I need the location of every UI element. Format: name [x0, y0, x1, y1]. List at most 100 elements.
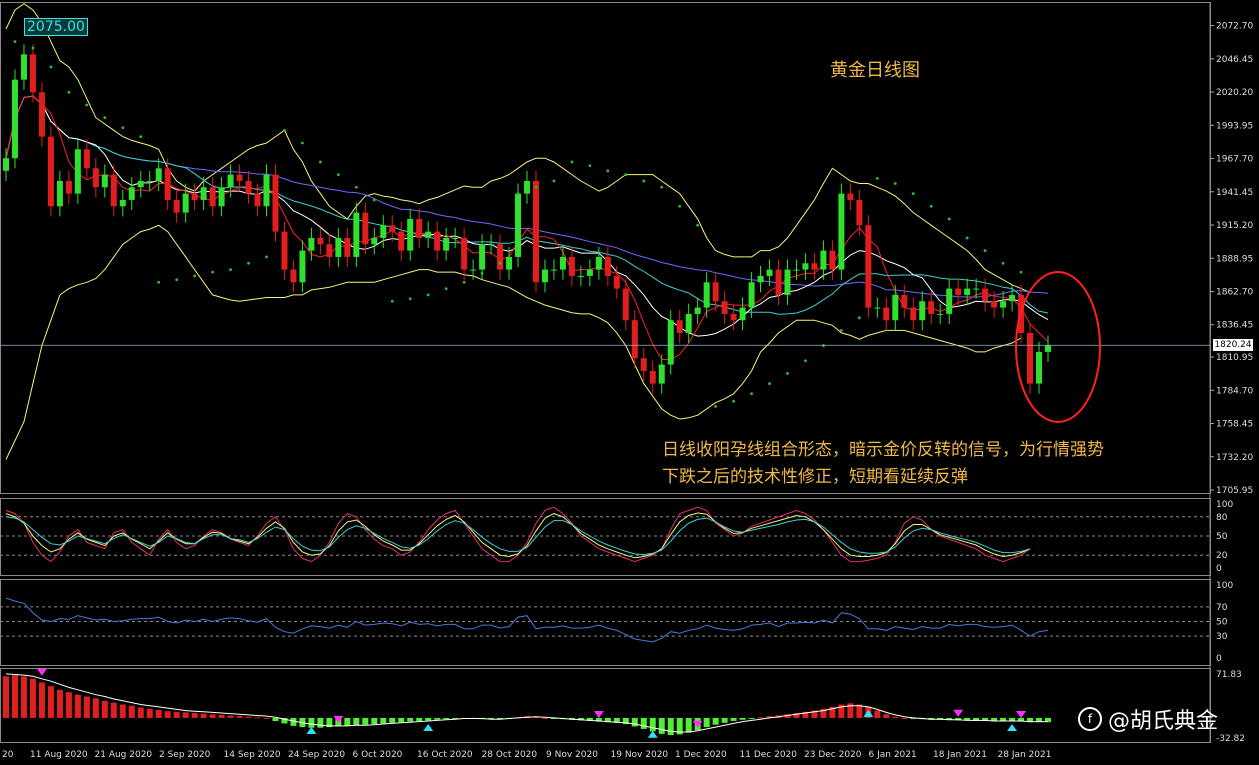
candle-body: [982, 288, 989, 302]
macd-histogram-bar: [389, 717, 396, 723]
candle-body: [595, 256, 602, 270]
x-tick-label: 21 Aug 2020: [95, 750, 153, 760]
candle-body: [712, 282, 719, 302]
price-tick-label: 1784.70: [1216, 386, 1253, 396]
macd-histogram-bar: [128, 705, 135, 718]
macd-histogram-bar: [83, 696, 90, 718]
x-tick-label: 28 Jan 2021: [998, 750, 1052, 760]
candle-body: [649, 370, 656, 384]
sar-dot: [408, 297, 412, 301]
candle-body: [1009, 294, 1016, 302]
sar-dot: [426, 293, 430, 297]
sar-dot: [318, 160, 322, 164]
macd-histogram-bar: [739, 717, 746, 720]
macd-histogram-bar: [748, 717, 755, 719]
sar-dot: [588, 164, 592, 168]
candle-body: [20, 54, 27, 80]
candle-body: [730, 313, 737, 321]
candle-body: [937, 313, 944, 315]
candle-body: [757, 275, 764, 283]
sar-dot: [804, 359, 807, 363]
candle-body: [281, 231, 288, 270]
x-tick-label: 11 Aug 2020: [30, 750, 88, 760]
macd-histogram-bar: [380, 717, 387, 724]
candle-body: [173, 199, 180, 213]
candle-body: [568, 256, 575, 276]
price-tick-label: 1758.45: [1216, 420, 1253, 430]
candle-body: [155, 168, 162, 181]
candle-body: [362, 212, 369, 245]
sar-dot: [660, 185, 664, 189]
macd-histogram-bar: [398, 717, 405, 723]
candle-body: [92, 168, 99, 188]
price-tick-label: 1941.45: [1216, 188, 1253, 198]
candle-body: [874, 307, 881, 309]
candle-body: [182, 193, 189, 213]
candle-body: [47, 136, 54, 207]
macd-histogram-bar: [254, 717, 261, 719]
candle-body: [910, 307, 917, 321]
candle-body: [802, 263, 809, 270]
candle-body: [83, 149, 90, 169]
macd-histogram-bar: [218, 714, 225, 718]
sar-dot: [265, 255, 268, 259]
candle-body: [479, 244, 486, 270]
macd-histogram-bar: [3, 676, 9, 718]
candle-body: [326, 244, 333, 257]
sar-dot: [372, 198, 376, 202]
candle-body: [604, 256, 611, 276]
sar-dot: [786, 372, 789, 375]
macd-arrow-marker: [593, 710, 604, 718]
macd-histogram-bar: [667, 717, 674, 736]
candle-body: [191, 193, 198, 200]
candle-body: [461, 237, 468, 270]
candle-body: [164, 168, 171, 200]
candle-body: [245, 180, 252, 194]
macd-histogram-bar: [65, 692, 72, 718]
macd-histogram-bar: [209, 714, 216, 718]
sar-dot: [875, 177, 879, 180]
sar-dot: [354, 185, 358, 189]
rsi-tick-label: 70: [1216, 603, 1228, 613]
candle-body: [56, 180, 63, 207]
macd-signal-line: [5, 673, 1048, 733]
sar-dot: [193, 274, 197, 278]
sar-dot: [1019, 270, 1023, 274]
sar-dot: [911, 192, 915, 196]
candle-body: [227, 174, 234, 188]
stoch-tick-label: 80: [1216, 513, 1228, 523]
candle-body: [407, 218, 414, 251]
macd-histogram-bar: [703, 717, 710, 728]
sar-dot: [336, 173, 340, 177]
candle-body: [74, 149, 81, 194]
sar-dot: [768, 382, 771, 385]
candle-body: [506, 256, 513, 270]
candle-body: [65, 180, 72, 194]
macd-histogram-bar: [11, 675, 18, 718]
candle-body: [811, 263, 818, 270]
rsi-tick-label: 100: [1216, 581, 1233, 591]
ma-cyan-line: [5, 95, 1049, 315]
x-tick-label: 2 Sep 2020: [159, 750, 211, 760]
price-tick-label: 1915.20: [1216, 221, 1253, 231]
x-tick-label: 6 Jan 2021: [869, 750, 917, 760]
macd-histogram-bar: [182, 712, 189, 718]
rsi-line: [5, 597, 1049, 643]
candle-body: [775, 269, 782, 295]
sar-dot: [139, 135, 143, 139]
rsi-tick-label: 50: [1216, 618, 1228, 628]
candle-body: [739, 307, 746, 321]
panel-frame-rsi: [0, 579, 1211, 666]
macd-histogram-bar: [631, 717, 638, 727]
candle-body: [524, 180, 530, 194]
macd-histogram-bar: [443, 717, 450, 720]
macd-tick-label: 71.83: [1216, 670, 1242, 680]
candle-body: [1000, 301, 1007, 308]
macd-histogram-bar: [119, 704, 126, 718]
weibo-icon: f: [1078, 707, 1102, 731]
macd-arrow-marker: [647, 730, 658, 738]
price-tick-label: 1705.95: [1216, 486, 1253, 496]
sar-dot: [929, 204, 933, 208]
rsi-tick-label: 0: [1216, 654, 1222, 664]
candle-body: [703, 282, 710, 308]
